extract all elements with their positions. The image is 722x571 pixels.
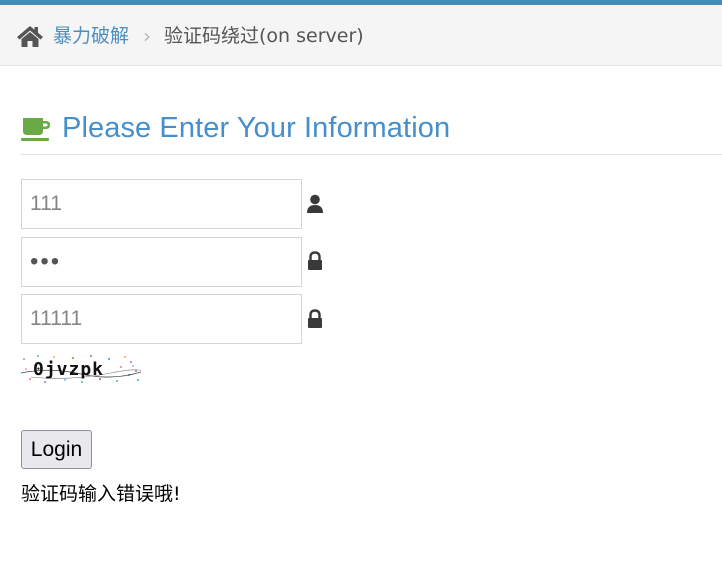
breadcrumb-link-brute-force[interactable]: 暴力破解	[53, 24, 129, 48]
coffee-cup-icon	[21, 118, 50, 141]
lock-icon	[308, 251, 322, 270]
user-icon	[307, 194, 323, 213]
page-title: Please Enter Your Information	[62, 112, 451, 144]
captcha-text: 0jvzpk	[33, 359, 104, 380]
page-header: Please Enter Your Information	[21, 108, 722, 155]
captcha-image[interactable]: 0jvzpk	[21, 353, 141, 385]
home-icon[interactable]	[16, 24, 44, 48]
error-message: 验证码输入错误哦!	[21, 483, 181, 505]
lock-icon	[308, 309, 322, 328]
breadcrumb: 暴力破解 › 验证码绕过(on server)	[0, 5, 722, 66]
password-input[interactable]	[21, 237, 302, 287]
breadcrumb-current: 验证码绕过(on server)	[164, 25, 364, 47]
username-input[interactable]	[21, 179, 302, 229]
captcha-input[interactable]	[21, 294, 302, 344]
login-button[interactable]: Login	[21, 430, 92, 469]
breadcrumb-separator-icon: ›	[143, 24, 151, 48]
